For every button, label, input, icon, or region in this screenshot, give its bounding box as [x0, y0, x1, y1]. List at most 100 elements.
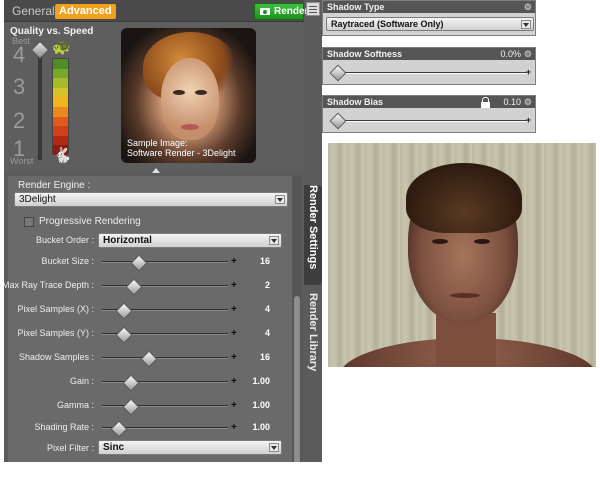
render-button[interactable]: Render [254, 3, 308, 20]
param-slider-track[interactable] [102, 381, 228, 383]
param-slider-thumb[interactable] [116, 327, 130, 341]
chevron-down-icon [269, 443, 279, 452]
quality-meter-segment [53, 78, 68, 88]
shadow-type-pane: Shadow Type ⚙ Raytraced (Software Only) [322, 0, 536, 36]
shadow-bias-pane: Shadow Bias 0.10 ⚙ + [322, 95, 536, 133]
param-label: Gain : [69, 376, 94, 386]
param-slider-thumb[interactable] [123, 375, 137, 389]
render-engine-select[interactable]: 3Delight [14, 192, 288, 207]
sample-caption-line1: Sample Image: [127, 138, 188, 148]
tab-render-library-label: Render Library [307, 293, 319, 372]
bucket-order-label: Bucket Order : [35, 235, 94, 245]
plus-icon[interactable]: + [231, 400, 237, 411]
quality-slider-thumb[interactable] [30, 40, 50, 60]
plus-icon[interactable]: + [231, 256, 237, 267]
progressive-rendering-checkbox[interactable] [24, 217, 34, 227]
plus-icon[interactable]: + [231, 328, 237, 339]
render-button-label: Render [274, 6, 309, 17]
plus-icon[interactable]: + [231, 422, 237, 433]
quality-meter [52, 58, 69, 155]
scrollbar-thumb[interactable] [294, 296, 300, 462]
tab-general[interactable]: General [8, 4, 59, 19]
settings-scrollbar[interactable] [293, 176, 301, 462]
shadow-softness-pane: Shadow Softness 0.0% ⚙ + [322, 47, 536, 85]
sample-caption-line2: Software Render - 3Delight [127, 148, 236, 158]
shadow-type-header: Shadow Type ⚙ [323, 1, 535, 13]
plus-icon[interactable]: + [526, 115, 531, 125]
quality-meter-segment [53, 87, 68, 98]
camera-icon [260, 8, 270, 15]
param-slider-thumb[interactable] [126, 279, 140, 293]
param-value[interactable]: 16 [246, 352, 270, 362]
shadow-softness-value[interactable]: 0.0% [500, 48, 521, 60]
param-slider-thumb[interactable] [131, 255, 145, 269]
bucket-order-select[interactable]: Horizontal [98, 233, 282, 248]
param-slider-track[interactable] [102, 357, 228, 359]
shadow-softness-thumb[interactable] [330, 65, 344, 79]
param-value[interactable]: 1.00 [246, 422, 270, 432]
collapse-arrow-icon[interactable] [152, 168, 160, 173]
quality-meter-segment [53, 126, 68, 136]
quality-meter-segment [53, 97, 68, 107]
param-value[interactable]: 4 [246, 304, 270, 314]
tab-render-library[interactable]: Render Library [304, 293, 322, 393]
pixel-filter-select[interactable]: Sinc [98, 440, 282, 455]
shadow-bias-track[interactable] [333, 120, 527, 122]
tab-advanced[interactable]: Advanced [55, 4, 116, 19]
turtle-icon: 🐢 [52, 39, 71, 56]
quality-meter-segment [53, 59, 68, 69]
param-label: Bucket Size : [41, 256, 94, 266]
render-eye-left [432, 239, 448, 244]
plus-icon[interactable]: + [231, 352, 237, 363]
render-engine-label: Render Engine : [18, 180, 91, 191]
gear-icon[interactable]: ⚙ [524, 1, 532, 13]
rabbit-icon: 🐇 [53, 147, 72, 164]
quality-meter-segment [53, 116, 68, 127]
param-value[interactable]: 1.00 [246, 400, 270, 410]
quality-meter-segment [53, 68, 68, 79]
plus-icon[interactable]: + [231, 304, 237, 315]
param-value[interactable]: 4 [246, 328, 270, 338]
param-value[interactable]: 2 [246, 280, 270, 290]
pixel-filter-label: Pixel Filter : [46, 443, 94, 453]
param-slider-thumb[interactable] [111, 421, 125, 435]
chevron-down-icon [521, 20, 531, 29]
shadow-bias-header: Shadow Bias 0.10 ⚙ [323, 96, 535, 108]
shadow-softness-header: Shadow Softness 0.0% ⚙ [323, 48, 535, 60]
shadow-bias-value[interactable]: 0.10 [503, 96, 521, 108]
param-slider-track[interactable] [102, 261, 228, 263]
settings-scroll-area: Render Engine : 3Delight Progressive Ren… [4, 176, 292, 462]
param-slider-thumb[interactable] [123, 399, 137, 413]
tab-render-settings[interactable]: Render Settings [304, 185, 322, 285]
pane-menu-icon[interactable] [306, 2, 320, 16]
shadow-type-title: Shadow Type [327, 2, 385, 12]
gear-icon[interactable]: ⚙ [524, 48, 532, 60]
plus-icon[interactable]: + [526, 67, 531, 77]
param-value[interactable]: 16 [246, 256, 270, 266]
shadow-type-select[interactable]: Raytraced (Software Only) [326, 17, 534, 31]
shadow-softness-title: Shadow Softness [327, 49, 403, 59]
unlock-icon[interactable] [481, 97, 490, 108]
param-slider-thumb[interactable] [141, 351, 155, 365]
gear-icon[interactable]: ⚙ [524, 96, 532, 108]
plus-icon[interactable]: + [231, 280, 237, 291]
rendered-image [328, 143, 596, 367]
worst-label: Worst [10, 156, 34, 166]
param-label: Shading Rate : [34, 422, 94, 432]
param-slider-track[interactable] [102, 405, 228, 407]
render-engine-value: 3Delight [19, 194, 56, 205]
shadow-bias-title: Shadow Bias [327, 97, 384, 107]
param-slider-thumb[interactable] [116, 303, 130, 317]
param-value[interactable]: 1.00 [246, 376, 270, 386]
quality-slider-track[interactable] [38, 42, 42, 160]
sample-image: Sample Image: Software Render - 3Delight [121, 28, 256, 163]
shadow-softness-track[interactable] [333, 72, 527, 74]
quality-level-2: 2 [13, 108, 26, 133]
plus-icon[interactable]: + [231, 376, 237, 387]
sample-caption: Sample Image: Software Render - 3Delight [127, 138, 236, 158]
pixel-filter-value: Sinc [103, 442, 125, 453]
chevron-down-icon [275, 195, 285, 204]
shadow-bias-thumb[interactable] [330, 113, 344, 127]
render-settings-panel: General Advanced Render Quality vs. Spee… [4, 0, 322, 462]
param-slider-track[interactable] [102, 285, 228, 287]
